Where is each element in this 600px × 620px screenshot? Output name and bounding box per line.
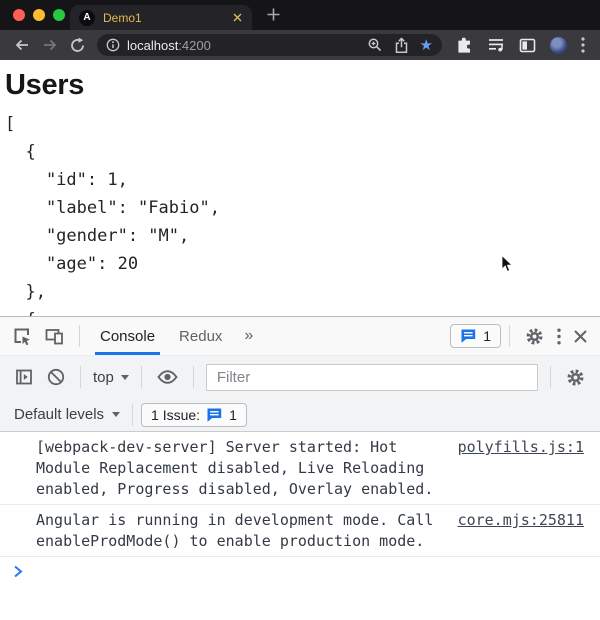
divider [509, 325, 510, 347]
context-label: top [93, 368, 114, 386]
divider [140, 366, 142, 388]
clear-console-icon[interactable] [40, 367, 72, 387]
filter-input[interactable] [205, 363, 538, 391]
new-tab-button[interactable] [266, 7, 281, 22]
console-prompt[interactable] [0, 557, 600, 578]
window-controls [13, 9, 65, 21]
prompt-chevron-icon [14, 565, 23, 578]
page-content: Users [ { "id": 1, "label": "Fabio", "ge… [0, 60, 600, 316]
console-source-link[interactable]: core.mjs:25811 [458, 510, 584, 531]
tab-strip: A Demo1 [0, 0, 600, 30]
devtools-menu-icon[interactable] [551, 328, 567, 345]
console-output: [webpack-dev-server] Server started: Hot… [0, 432, 600, 620]
devtools-close-icon[interactable] [567, 329, 594, 344]
tab-favicon: A [79, 9, 95, 26]
extensions-puzzle-icon[interactable] [455, 36, 473, 54]
side-panel-icon[interactable] [519, 38, 536, 53]
page-title: Users [5, 69, 85, 101]
browser-toolbar: localhost:4200 ★ [0, 30, 600, 60]
live-expression-eye-icon[interactable] [150, 367, 185, 387]
message-count: 1 [483, 328, 491, 344]
console-messages-badge[interactable]: 1 [450, 324, 501, 348]
tab-redux[interactable]: Redux [167, 317, 234, 355]
mouse-cursor [501, 254, 513, 278]
issues-button[interactable]: 1 Issue: 1 [141, 402, 247, 427]
minimize-window-button[interactable] [33, 9, 45, 21]
divider [550, 366, 551, 388]
chat-bubble-icon [461, 329, 476, 343]
tab-close-icon[interactable] [232, 12, 243, 23]
more-tabs-chevron[interactable]: » [234, 327, 263, 345]
console-source-link[interactable]: polyfills.js:1 [458, 437, 584, 458]
devtools-tab-bar: Console Redux » 1 [0, 317, 600, 356]
url-port: :4200 [178, 37, 211, 53]
chevron-down-icon [112, 412, 121, 417]
chevron-down-icon [120, 374, 129, 380]
devtools-panel: Console Redux » 1 top Filter Default lev… [0, 316, 600, 620]
chat-bubble-icon [207, 408, 222, 422]
issues-label: 1 Issue: [151, 406, 201, 423]
divider [132, 403, 134, 426]
profile-avatar[interactable] [550, 36, 567, 54]
console-message: Angular is running in development mode. … [0, 505, 600, 557]
log-levels-label: Default levels [14, 406, 105, 423]
back-icon[interactable] [13, 36, 31, 54]
url-host: localhost [127, 37, 179, 53]
divider [79, 325, 80, 347]
console-toolbar: top [0, 356, 600, 398]
console-message: [webpack-dev-server] Server started: Hot… [0, 432, 600, 505]
reload-icon[interactable] [69, 37, 86, 54]
json-response-body: [ { "id": 1, "label": "Fabio", "gender":… [5, 114, 220, 316]
issues-count: 1 [229, 406, 237, 423]
playlist-extension-icon[interactable] [487, 37, 505, 53]
browser-menu-icon[interactable] [581, 37, 585, 53]
console-settings-gear-icon[interactable] [559, 367, 592, 388]
log-levels-dropdown[interactable]: Default levels [10, 406, 124, 423]
console-message-text: [webpack-dev-server] Server started: Hot… [36, 438, 434, 498]
console-sidebar-toggle-icon[interactable] [8, 367, 40, 387]
tab-console[interactable]: Console [88, 317, 167, 355]
forward-icon[interactable] [41, 36, 59, 54]
bookmark-star-icon[interactable]: ★ [420, 38, 433, 53]
javascript-context-dropdown[interactable]: top [89, 369, 133, 386]
divider [80, 366, 81, 388]
console-message-text: Angular is running in development mode. … [36, 511, 434, 550]
zoom-icon[interactable] [367, 37, 383, 53]
divider [192, 366, 194, 388]
url-text[interactable]: localhost:4200 [127, 38, 211, 53]
console-filter-bar: Default levels 1 Issue: 1 [0, 398, 600, 432]
fullscreen-window-button[interactable] [53, 9, 65, 21]
browser-tab[interactable]: A Demo1 [70, 5, 252, 30]
close-window-button[interactable] [13, 9, 25, 21]
share-icon[interactable] [394, 36, 409, 54]
inspect-element-icon[interactable] [6, 326, 38, 346]
device-toolbar-icon[interactable] [38, 326, 71, 346]
site-info-icon[interactable] [106, 38, 120, 52]
tab-title: Demo1 [103, 10, 142, 25]
address-bar[interactable]: localhost:4200 ★ [97, 34, 442, 56]
devtools-settings-gear-icon[interactable] [518, 326, 551, 347]
